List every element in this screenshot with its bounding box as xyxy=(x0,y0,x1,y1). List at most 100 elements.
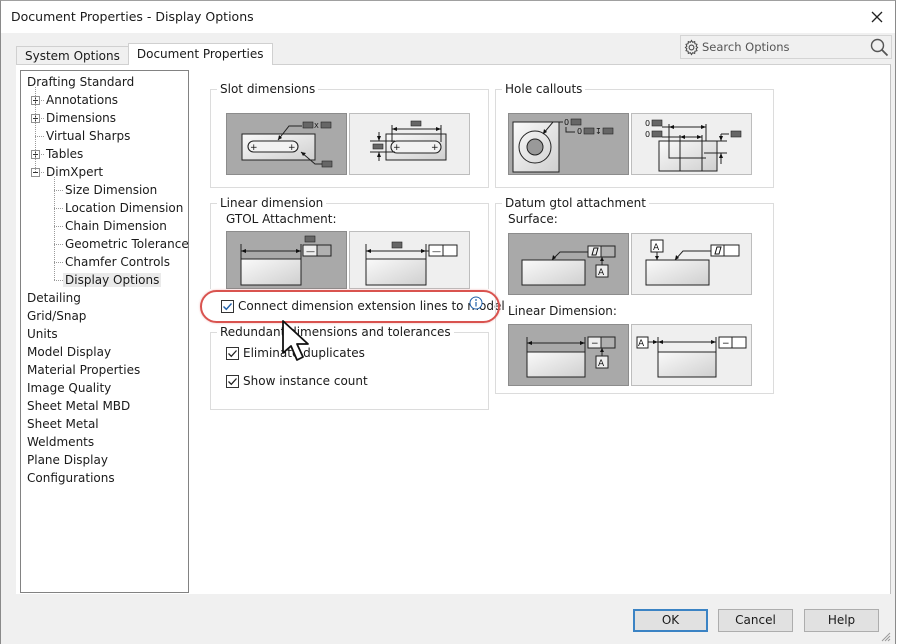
svg-text:A: A xyxy=(638,339,645,349)
gtol-option-above[interactable]: — xyxy=(226,231,347,289)
datum-linear-option-inline[interactable]: A − xyxy=(631,324,752,386)
search-input[interactable] xyxy=(702,38,862,56)
help-button[interactable]: Help xyxy=(804,609,879,632)
datum-linear-option-below[interactable]: − A xyxy=(508,324,629,386)
tree-item-label: Plane Display xyxy=(27,453,108,467)
svg-text:+: + xyxy=(250,143,258,153)
resize-grip-icon[interactable] xyxy=(879,630,891,642)
tree-item-dimensions[interactable]: Dimensions xyxy=(46,109,116,127)
tree-item-plane-display[interactable]: Plane Display xyxy=(27,451,108,469)
tree-item-display-options[interactable]: Display Options xyxy=(63,271,162,289)
tree-connector xyxy=(54,280,63,281)
slot-option-leader[interactable]: + + X xyxy=(226,113,347,175)
tree-item-label: Units xyxy=(27,327,58,341)
tree-item-tables[interactable]: Tables xyxy=(46,145,83,163)
info-icon[interactable] xyxy=(469,296,483,310)
datum-linear-inline-diagram: A − xyxy=(636,336,747,378)
tree-item-label: Sheet Metal MBD xyxy=(27,399,131,413)
checkmark-icon xyxy=(228,377,237,385)
svg-text:0: 0 xyxy=(577,127,582,136)
checkbox-label: Connect dimension extension lines to mod… xyxy=(238,299,505,313)
close-button[interactable] xyxy=(863,3,891,31)
tree-connector xyxy=(54,190,63,191)
tree-item-image-quality[interactable]: Image Quality xyxy=(27,379,111,397)
tree-connector xyxy=(54,244,63,245)
hole-option-linear[interactable]: 0 0 xyxy=(631,113,752,175)
datum-surface-option-separate[interactable]: A xyxy=(631,233,752,295)
window-title: Document Properties - Display Options xyxy=(11,9,254,24)
checkbox-box[interactable] xyxy=(221,299,234,313)
svg-text:+: + xyxy=(431,143,439,153)
tree-item-model-display[interactable]: Model Display xyxy=(27,343,111,361)
svg-text:A: A xyxy=(653,243,660,253)
ok-button[interactable]: OK xyxy=(633,609,708,632)
svg-text:0: 0 xyxy=(645,130,650,139)
tree-item-annotations[interactable]: Annotations xyxy=(46,91,118,109)
group-title: Linear dimension xyxy=(217,196,327,210)
slot-option-linear[interactable]: + + xyxy=(349,113,470,175)
tree-item-units[interactable]: Units xyxy=(27,325,58,343)
tree-item-label: Sheet Metal xyxy=(27,417,99,431)
svg-text:+: + xyxy=(288,143,296,153)
gtol-above-diagram: — xyxy=(240,235,332,286)
tree-item-grid-snap[interactable]: Grid/Snap xyxy=(27,307,86,325)
svg-text:A: A xyxy=(598,359,605,369)
tree-item-chamfer-controls[interactable]: Chamfer Controls xyxy=(65,253,170,271)
tree-item-label: Virtual Sharps xyxy=(46,129,131,143)
checkbox-label: Show instance count xyxy=(243,374,368,388)
tab-document-properties[interactable]: Document Properties xyxy=(127,43,273,65)
tree-item-label: Image Quality xyxy=(27,381,112,395)
hole-option-callout[interactable]: 0 0 ↧ xyxy=(508,113,629,175)
tree-item-weldments[interactable]: Weldments xyxy=(27,433,94,451)
cancel-button[interactable]: Cancel xyxy=(718,609,793,632)
tree-item-location-dimension[interactable]: Location Dimension xyxy=(65,199,183,217)
hole-callout-diagram: 0 0 ↧ xyxy=(512,118,614,173)
gtol-option-inline[interactable]: — xyxy=(349,231,470,289)
show-instance-count-checkbox[interactable]: Show instance count xyxy=(226,372,368,390)
tree-connector xyxy=(54,226,63,227)
tree-item-geometric-tolerance[interactable]: Geometric Tolerance xyxy=(65,235,188,253)
tree-item-label: Chamfer Controls xyxy=(65,255,171,269)
datum-surface-below-diagram: A xyxy=(521,245,616,286)
group-title: Slot dimensions xyxy=(217,82,319,96)
tree-connector xyxy=(54,208,63,209)
datum-linear-below-diagram: − A xyxy=(526,336,616,378)
datum-surface-option-below[interactable]: A xyxy=(508,233,629,295)
linear-dimension-label: Linear Dimension: xyxy=(508,304,617,318)
tree-item-sheet-metal[interactable]: Sheet Metal xyxy=(27,415,99,433)
tab-system-options[interactable]: System Options xyxy=(16,46,129,65)
tree-item-size-dimension[interactable]: Size Dimension xyxy=(65,181,157,199)
svg-text:0: 0 xyxy=(564,118,569,127)
group-title: Datum gtol attachment xyxy=(502,196,649,210)
svg-text:A: A xyxy=(598,268,605,278)
tree-item-drafting-standard[interactable]: Drafting Standard xyxy=(27,73,134,91)
tree-item-label: Weldments xyxy=(27,435,95,449)
group-title: Hole callouts xyxy=(502,82,586,96)
gear-icon xyxy=(684,39,699,56)
search-icon[interactable] xyxy=(870,38,889,57)
svg-text:—: — xyxy=(306,247,315,257)
group-title: Redundant dimensions and tolerances xyxy=(217,325,454,339)
eliminate-duplicates-checkbox[interactable]: Eliminate duplicates xyxy=(226,344,365,362)
search-options-box[interactable] xyxy=(680,35,892,59)
properties-tree: Drafting Standard Annotations Dimensions Vi… xyxy=(20,70,189,593)
tree-item-label: Dimensions xyxy=(46,111,117,125)
tree-item-chain-dimension[interactable]: Chain Dimension xyxy=(65,217,167,235)
gtol-attachment-label: GTOL Attachment: xyxy=(226,212,337,226)
svg-text:−: − xyxy=(722,339,730,349)
slot-leader-diagram: + + X xyxy=(241,121,333,168)
close-icon xyxy=(871,11,883,23)
tree-item-label: Annotations xyxy=(46,93,119,107)
tree-item-virtual-sharps[interactable]: Virtual Sharps xyxy=(46,127,130,145)
checkbox-box[interactable] xyxy=(226,346,239,360)
tree-item-detailing[interactable]: Detailing xyxy=(27,289,81,307)
tree-item-label: Grid/Snap xyxy=(27,309,87,323)
gtol-inline-diagram: — xyxy=(365,241,458,286)
tree-item-label: Tables xyxy=(46,147,84,161)
tree-item-configurations[interactable]: Configurations xyxy=(27,469,115,487)
tree-item-sheet-metal-mbd[interactable]: Sheet Metal MBD xyxy=(27,397,130,415)
tree-item-label: Drafting Standard xyxy=(27,75,135,89)
checkbox-box[interactable] xyxy=(226,374,239,388)
connect-extension-lines-checkbox[interactable]: Connect dimension extension lines to mod… xyxy=(221,297,505,315)
tree-item-material-properties[interactable]: Material Properties xyxy=(27,361,140,379)
